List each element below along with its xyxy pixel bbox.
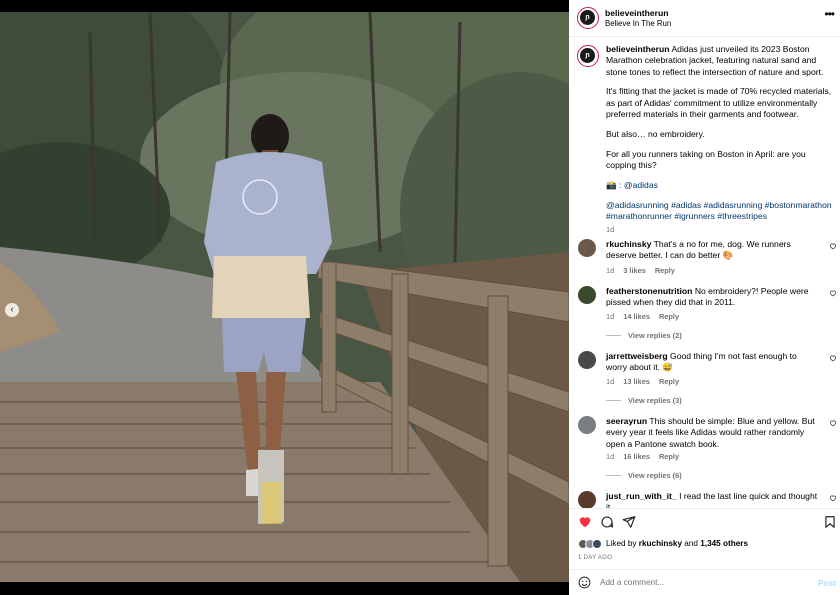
- avatar-logo: ɲ: [580, 10, 595, 25]
- replies-divider: [606, 475, 621, 477]
- post-header: ɲ believeintherun Believe In The Run •••: [569, 0, 840, 37]
- comment-username[interactable]: seerayrun: [606, 416, 647, 426]
- comment-likes[interactable]: 14 likes: [623, 311, 650, 322]
- heart-icon[interactable]: [578, 515, 592, 529]
- caption-text-3: But also… no embroidery.: [606, 128, 705, 139]
- heart-icon[interactable]: [829, 289, 837, 297]
- heart-icon[interactable]: [829, 242, 837, 250]
- account-subtitle[interactable]: Believe In The Run: [605, 18, 671, 29]
- comment-time: 1d: [606, 266, 615, 275]
- heart-icon[interactable]: [829, 419, 837, 427]
- runner-on-boardwalk-photo: [0, 12, 569, 582]
- caption-text-4: For all you runners taking on Boston in …: [606, 148, 806, 171]
- liked-by-and: and: [684, 539, 698, 548]
- view-replies-button[interactable]: View replies (6): [606, 470, 682, 481]
- replies-divider: [606, 400, 621, 402]
- post-image: ‹: [0, 12, 569, 582]
- comment-avatar[interactable]: [578, 416, 596, 434]
- bookmark-icon[interactable]: [823, 515, 837, 529]
- account-avatar[interactable]: ɲ: [577, 7, 599, 29]
- reply-button[interactable]: Reply: [659, 451, 679, 462]
- caption-text-2: It's fitting that the jacket is made of …: [606, 86, 832, 120]
- view-replies-button[interactable]: View replies (3): [606, 395, 682, 406]
- replies-divider: [606, 335, 621, 337]
- liker-avatar[interactable]: [592, 538, 602, 549]
- caption-username[interactable]: believeintherun: [606, 44, 670, 54]
- post-side-panel: ɲ believeintherun Believe In The Run •••…: [569, 0, 840, 595]
- comment-avatar[interactable]: [578, 286, 596, 304]
- view-replies-label: View replies (6): [628, 471, 682, 480]
- comment-meta: 1d 14 likes Reply: [606, 311, 679, 322]
- view-replies-label: View replies (2): [628, 331, 682, 340]
- caption-hashtags[interactable]: @adidasrunning #adidas #adidasrunning #b…: [606, 200, 832, 223]
- add-comment-bar: Post: [569, 569, 840, 595]
- comment-likes[interactable]: 16 likes: [623, 451, 650, 462]
- more-horizontal-icon[interactable]: •••: [824, 8, 835, 20]
- heart-icon[interactable]: [829, 354, 837, 362]
- view-replies-label: View replies (3): [628, 396, 682, 405]
- caption-avatar[interactable]: ɲ: [577, 45, 599, 67]
- comment-likes[interactable]: 13 likes: [623, 376, 650, 387]
- comments-scroll-area[interactable]: ɲ believeintherun Adidas just unveiled i…: [569, 38, 840, 508]
- comment-meta: 1d 13 likes Reply: [606, 376, 679, 387]
- comment-username[interactable]: jarrettweisberg: [606, 351, 668, 361]
- view-replies-button[interactable]: View replies (2): [606, 330, 682, 341]
- post-timestamp[interactable]: 1 DAY AGO: [578, 553, 612, 564]
- caption-credit[interactable]: 📸 : @adidas: [606, 180, 832, 191]
- comment-time: 1d: [606, 452, 615, 461]
- heart-icon[interactable]: [829, 494, 837, 502]
- comment-time: 1d: [606, 312, 615, 321]
- avatar-logo: ɲ: [580, 48, 595, 63]
- post-caption: believeintherun Adidas just unveiled its…: [606, 44, 832, 235]
- comment-avatar[interactable]: [578, 351, 596, 369]
- liked-by-others[interactable]: 1,345 others: [700, 539, 748, 548]
- comment-meta: 1d 16 likes Reply: [606, 451, 679, 462]
- instagram-post-window: ‹ ɲ believeintherun Believe In The Run •…: [0, 0, 840, 595]
- comment-time: 1d: [606, 377, 615, 386]
- liked-by-prefix: Liked by: [606, 539, 637, 548]
- liked-by-user[interactable]: rkuchinsky: [639, 539, 682, 548]
- caption-time: 1d: [606, 224, 615, 234]
- previous-image-button[interactable]: ‹: [5, 303, 19, 317]
- liked-by-text: Liked by rkuchinsky and 1,345 others: [606, 538, 748, 549]
- comment-username[interactable]: featherstonenutrition: [606, 286, 692, 296]
- reply-button[interactable]: Reply: [655, 265, 675, 276]
- comment-username[interactable]: just_run_with_it_: [606, 491, 677, 501]
- comment-avatar[interactable]: [578, 239, 596, 257]
- reply-button[interactable]: Reply: [659, 311, 679, 322]
- comment-icon[interactable]: [600, 515, 614, 529]
- comment-meta: 1d 3 likes Reply: [606, 265, 675, 276]
- liked-by-row: Liked by rkuchinsky and 1,345 others: [578, 538, 748, 549]
- post-comment-button[interactable]: Post: [818, 578, 836, 589]
- share-icon[interactable]: [622, 515, 636, 529]
- emoji-icon[interactable]: [578, 576, 591, 589]
- comment-avatar[interactable]: [578, 491, 596, 508]
- comment-username[interactable]: rkuchinsky: [606, 239, 651, 249]
- comment-likes[interactable]: 3 likes: [623, 265, 646, 276]
- reply-button[interactable]: Reply: [659, 376, 679, 387]
- post-actions: Liked by rkuchinsky and 1,345 others 1 D…: [569, 508, 840, 567]
- add-comment-input[interactable]: [600, 574, 800, 591]
